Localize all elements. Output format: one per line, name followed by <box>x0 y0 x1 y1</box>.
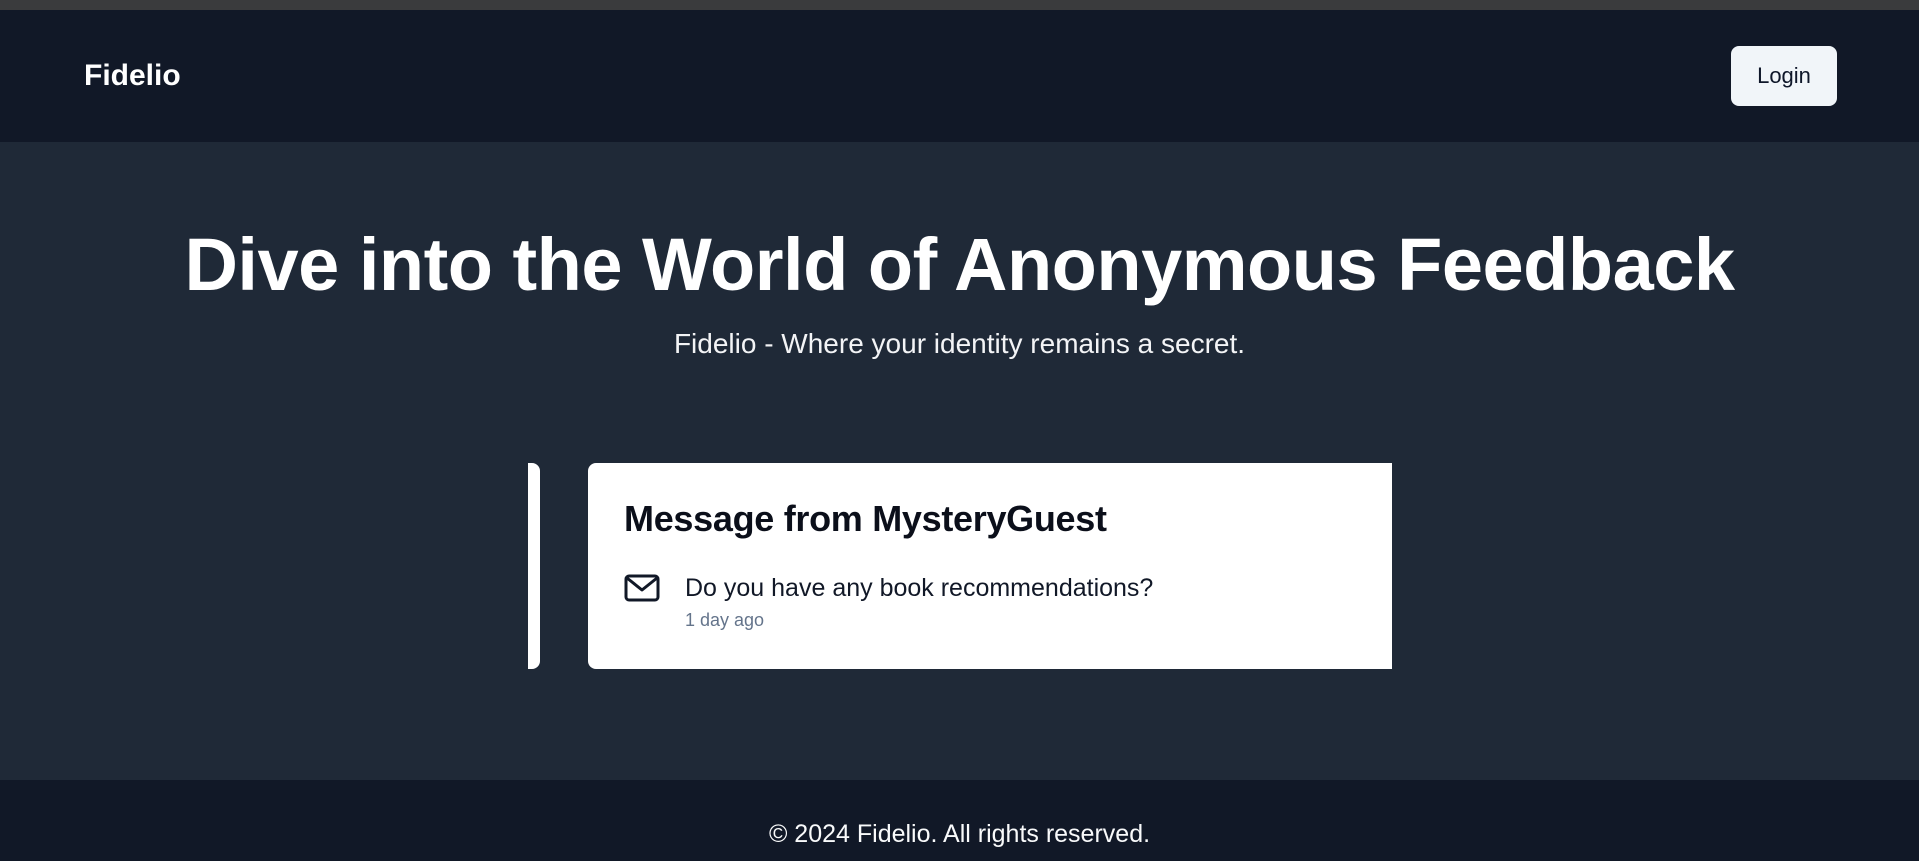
message-card[interactable]: Message from MysteryGuest Do you have an… <box>588 463 1392 669</box>
brand-logo[interactable]: Fidelio <box>84 58 181 94</box>
hero-title: Dive into the World of Anonymous Feedbac… <box>184 223 1735 306</box>
message-card-title: Message from MysteryGuest <box>624 498 1107 539</box>
previous-message-card[interactable] <box>528 463 540 669</box>
navbar: Fidelio Login <box>0 10 1919 142</box>
footer-copyright: © 2024 Fidelio. All rights reserved. <box>768 820 1151 848</box>
login-button[interactable]: Login <box>1731 46 1837 106</box>
footer: © 2024 Fidelio. All rights reserved. <box>0 780 1919 861</box>
hero-subtitle: Fidelio - Where your identity remains a … <box>673 328 1246 359</box>
hero-section: Dive into the World of Anonymous Feedbac… <box>0 142 1919 780</box>
message-text: Do you have any book recommendations? <box>685 574 1154 602</box>
mail-icon <box>624 573 660 603</box>
message-timestamp: 1 day ago <box>685 610 765 630</box>
browser-top-strip <box>0 0 1919 10</box>
